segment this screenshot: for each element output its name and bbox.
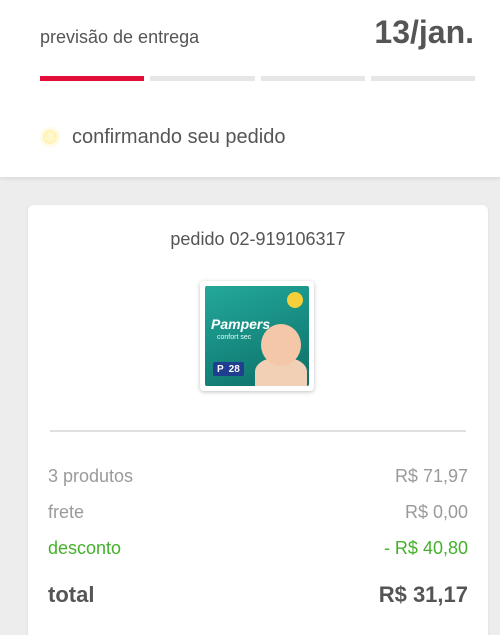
product-line-text: confort sec — [217, 334, 252, 341]
baby-head-shape — [261, 324, 301, 366]
moon-icon — [287, 292, 303, 308]
product-count: 28 — [228, 363, 240, 375]
discount-value: - R$ 40,80 — [383, 537, 468, 558]
products-value: R$ 71,97 — [394, 465, 468, 486]
order-status-text: confirmando seu pedido — [72, 125, 286, 148]
order-card: pedido 02-919106317 Pampers confort sec … — [28, 205, 488, 635]
progress-step-1 — [40, 76, 145, 81]
progress-step-4 — [370, 76, 475, 81]
delivery-progress-bar — [40, 76, 475, 81]
shipping-value: R$ 0,00 — [404, 501, 468, 522]
total-label: total — [48, 582, 95, 607]
delivery-date: 13/jan. — [374, 14, 474, 50]
summary-row-shipping: frete R$ 0,00 — [48, 500, 468, 524]
total-value: R$ 31,17 — [378, 582, 468, 607]
summary-row-total: total R$ 31,17 — [48, 582, 468, 607]
product-size: P — [217, 363, 224, 375]
products-label: 3 produtos — [48, 465, 134, 486]
delivery-header: previsão de entrega 13/jan. confirmando … — [0, 0, 500, 177]
discount-label: desconto — [48, 537, 122, 558]
delivery-forecast-label: previsão de entrega — [40, 27, 200, 47]
summary-row-discount: desconto - R$ 40,80 — [48, 536, 468, 560]
product-brand-logo: Pampers — [211, 316, 271, 332]
product-image: Pampers confort sec P 28 — [205, 286, 309, 386]
shipping-label: frete — [48, 501, 85, 522]
summary-row-products: 3 produtos R$ 71,97 — [48, 464, 468, 488]
progress-step-3 — [260, 76, 365, 81]
divider — [50, 430, 466, 432]
pending-dot-icon — [40, 127, 60, 147]
order-status: confirmando seu pedido — [40, 122, 285, 152]
progress-step-2 — [150, 76, 255, 81]
product-size-badge: P 28 — [213, 362, 244, 376]
product-thumbnail[interactable]: Pampers confort sec P 28 — [200, 281, 314, 391]
order-id: pedido 02-919106317 — [170, 229, 346, 249]
